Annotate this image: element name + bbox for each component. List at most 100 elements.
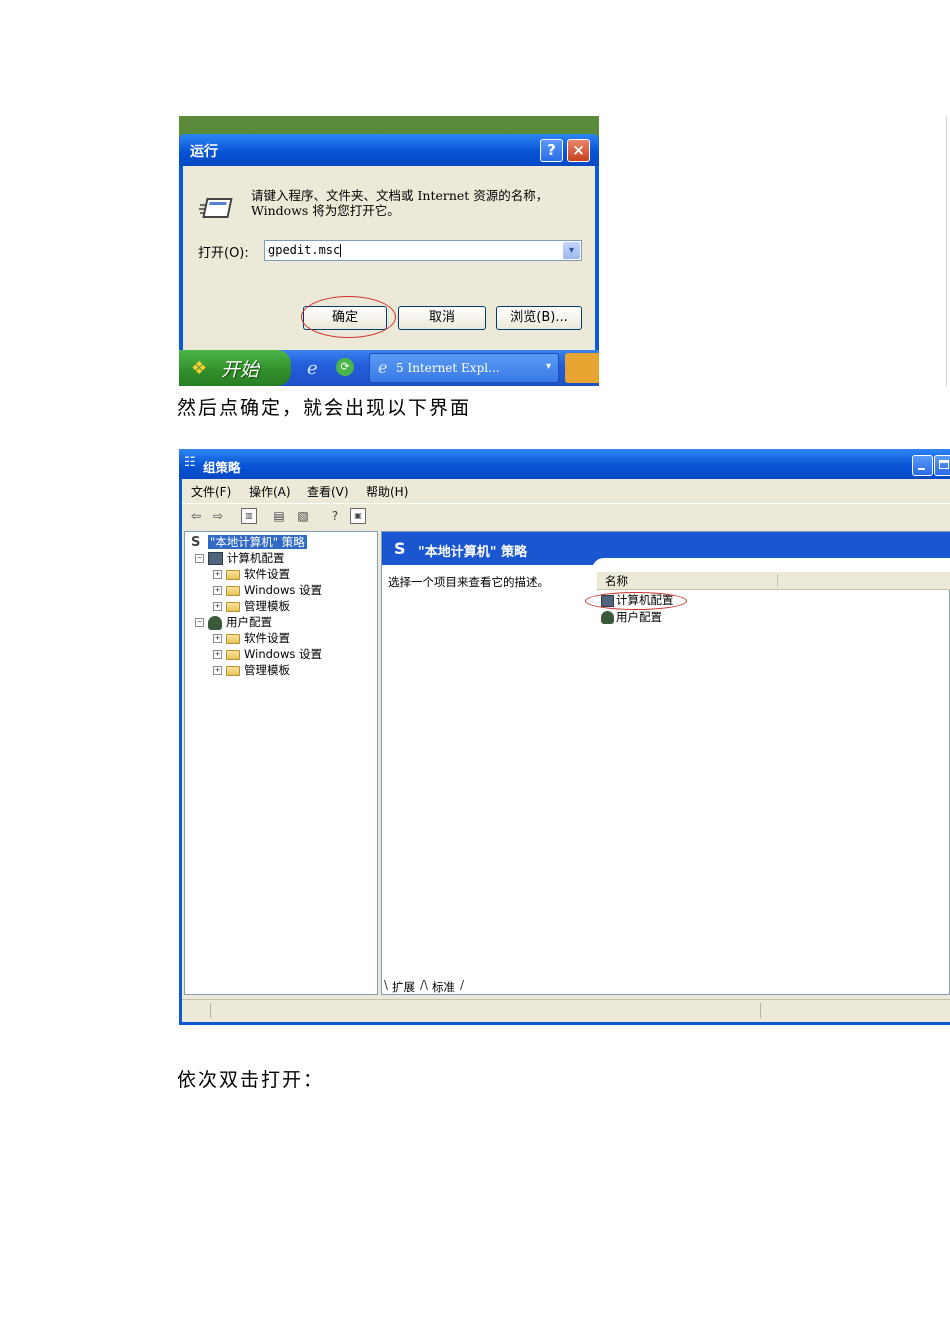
maximize-button[interactable]: [934, 455, 950, 476]
tree-label: Windows 设置: [244, 583, 322, 597]
computer-icon: [208, 552, 223, 565]
tab-extended[interactable]: 扩展: [392, 979, 415, 995]
menu-help[interactable]: 帮助(H): [366, 483, 408, 500]
windows-flag-icon: ❖: [191, 358, 208, 379]
expand-icon[interactable]: +: [213, 570, 222, 579]
column-name: 名称: [605, 574, 628, 588]
tree-label: 软件设置: [244, 631, 290, 645]
group-policy-screenshot: ☷ 组策略 文件(F) 操作(A) 查看(V) 帮助(H) ⇦ ⇨ ▥ ▤ ▧ …: [179, 449, 950, 1025]
menu-view[interactable]: 查看(V): [307, 483, 349, 500]
user-icon: [601, 611, 614, 624]
tree-item[interactable]: + 软件设置: [213, 630, 290, 646]
details-pane: S "本地计算机" 策略 选择一个项目来查看它的描述。 名称 计算机配置 用户配…: [381, 531, 950, 995]
collapse-icon[interactable]: −: [195, 618, 204, 627]
tree-item[interactable]: + 管理模板: [213, 598, 290, 614]
tree-label: Windows 设置: [244, 647, 322, 661]
caption-open-sequence: 依次双击打开：: [177, 1069, 325, 1091]
show-tree-icon[interactable]: ▥: [241, 508, 257, 524]
gp-title: 组策略: [203, 460, 241, 475]
minimize-button[interactable]: [912, 455, 933, 476]
console-icon[interactable]: ▣: [350, 508, 366, 524]
open-input-value: gpedit.msc: [268, 243, 341, 257]
open-input[interactable]: gpedit.msc ▾: [264, 240, 582, 261]
expand-icon[interactable]: +: [213, 666, 222, 675]
ie-quicklaunch-icon[interactable]: e: [307, 358, 318, 379]
run-program-icon: [199, 198, 233, 218]
tree-label: 软件设置: [244, 567, 290, 581]
tab-standard[interactable]: 标准: [432, 979, 455, 995]
run-dialog: 运行 ? × 请键入程序、文件夹、文档或 Internet 资源的名称，Wind…: [179, 134, 599, 366]
tree-item[interactable]: + 管理模板: [213, 662, 290, 678]
view-tabs: \ 扩展 /\ 标准 /: [384, 978, 465, 995]
folder-icon: [226, 601, 240, 612]
user-icon: [208, 615, 222, 630]
tree-label: 管理模板: [244, 599, 290, 613]
menu-action[interactable]: 操作(A): [249, 483, 291, 500]
tree-root[interactable]: S "本地计算机" 策略: [191, 534, 307, 550]
tree-label: 计算机配置: [227, 551, 285, 565]
chevron-down-icon[interactable]: ▾: [563, 242, 580, 259]
forward-arrow-icon[interactable]: ⇨: [210, 508, 226, 524]
list-item-user-config[interactable]: 用户配置: [601, 610, 662, 625]
folder-icon: [226, 649, 240, 660]
taskbar-ie-group[interactable]: e 5 Internet Expl... ▾: [369, 353, 559, 383]
ie-icon: e: [378, 358, 388, 377]
chevron-down-icon: ▾: [546, 361, 552, 372]
expand-icon[interactable]: +: [213, 634, 222, 643]
expand-icon[interactable]: +: [213, 602, 222, 611]
tree-item[interactable]: + 软件设置: [213, 566, 290, 582]
close-button[interactable]: ×: [567, 139, 590, 162]
collapse-icon[interactable]: −: [195, 554, 204, 563]
description-text: 选择一个项目来查看它的描述。: [388, 575, 549, 589]
tree-label: 用户配置: [226, 615, 272, 629]
browse-button[interactable]: 浏览(B)...: [496, 306, 582, 330]
cancel-button[interactable]: 取消: [398, 306, 486, 330]
folder-icon: [226, 665, 240, 676]
highlight-circle: [585, 592, 687, 610]
folder-icon: [226, 633, 240, 644]
details-title: "本地计算机" 策略: [418, 545, 528, 560]
page-edge-line: [946, 116, 947, 386]
help-button[interactable]: ?: [540, 139, 563, 162]
policy-icon: S: [394, 539, 406, 558]
menu-file[interactable]: 文件(F): [191, 483, 231, 500]
taskbar-folder-icon[interactable]: [565, 353, 599, 383]
menu-bar: 文件(F) 操作(A) 查看(V) 帮助(H): [182, 479, 950, 501]
start-button[interactable]: ❖ 开始: [179, 350, 291, 386]
refresh-icon[interactable]: ⟳: [336, 358, 354, 376]
taskbar: ❖ 开始 e ⟳ e 5 Internet Expl... ▾: [179, 350, 599, 386]
run-body: 请键入程序、文件夹、文档或 Internet 资源的名称，Windows 将为您…: [183, 166, 595, 362]
text-caret: [340, 244, 342, 257]
run-titlebar: 运行 ? ×: [179, 134, 599, 166]
tree-computer-config[interactable]: − 计算机配置: [195, 550, 285, 566]
list-label: 用户配置: [616, 610, 662, 624]
back-arrow-icon[interactable]: ⇦: [188, 508, 204, 524]
tree-pane: S "本地计算机" 策略 − 计算机配置 + 软件设置 + Windows 设置 + 管理…: [184, 531, 378, 995]
status-bar: [182, 999, 950, 1020]
properties-icon[interactable]: ▤: [271, 508, 287, 524]
open-label: 打开(O):: [198, 246, 249, 261]
export-list-icon[interactable]: ▧: [295, 508, 311, 524]
run-description: 请键入程序、文件夹、文档或 Internet 资源的名称，Windows 将为您…: [251, 188, 549, 218]
highlight-circle: [301, 296, 396, 338]
policy-icon: S: [191, 534, 201, 550]
toolbar: ⇦ ⇨ ▥ ▤ ▧ ? ▣: [182, 503, 950, 528]
gp-titlebar: ☷ 组策略: [179, 449, 950, 479]
tree-item[interactable]: + Windows 设置: [213, 646, 322, 662]
column-header[interactable]: 名称: [597, 572, 950, 590]
caption-after-run: 然后点确定，就会出现以下界面: [177, 397, 472, 419]
run-title: 运行: [190, 144, 218, 160]
taskbar-ie-label: 5 Internet Expl...: [396, 361, 500, 375]
help-icon[interactable]: ?: [327, 508, 343, 524]
gp-client: 文件(F) 操作(A) 查看(V) 帮助(H) ⇦ ⇨ ▥ ▤ ▧ ? ▣ S "…: [182, 479, 950, 1022]
expand-icon[interactable]: +: [213, 586, 222, 595]
tree-root-label: "本地计算机" 策略: [208, 535, 307, 549]
tree-user-config[interactable]: − 用户配置: [195, 614, 272, 630]
tree-label: 管理模板: [244, 663, 290, 677]
folder-icon: [226, 585, 240, 596]
run-dialog-screenshot: 运行 ? × 请键入程序、文件夹、文档或 Internet 资源的名称，Wind…: [179, 116, 599, 386]
folder-icon: [226, 569, 240, 580]
expand-icon[interactable]: +: [213, 650, 222, 659]
group-policy-icon: ☷: [184, 455, 196, 470]
tree-item[interactable]: + Windows 设置: [213, 582, 322, 598]
